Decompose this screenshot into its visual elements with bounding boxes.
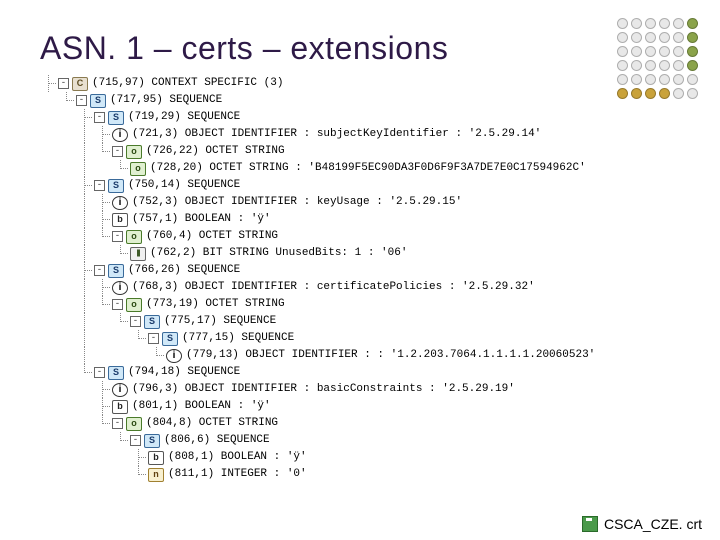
tree-node-label: (777,15) SEQUENCE <box>182 330 294 347</box>
tree-node-label: (801,1) BOOLEAN : 'ÿ' <box>132 398 271 415</box>
tree-row: -S (719,29) SEQUENCE <box>40 109 690 126</box>
tree-node-label: (719,29) SEQUENCE <box>128 109 240 126</box>
oid-icon: i <box>112 383 128 397</box>
tree-node-label: (773,19) OCTET STRING <box>146 296 285 313</box>
tree-toggle[interactable]: - <box>94 367 105 378</box>
bool-icon: b <box>112 400 128 414</box>
oid-icon: i <box>112 128 128 142</box>
oct-icon: o <box>126 298 142 312</box>
seq-icon: S <box>108 179 124 193</box>
tree-toggle[interactable]: - <box>58 78 69 89</box>
tree-row: -S (750,14) SEQUENCE <box>40 177 690 194</box>
tree-toggle[interactable]: - <box>112 418 123 429</box>
tree-row: i (768,3) OBJECT IDENTIFIER : certificate… <box>40 279 690 296</box>
tree-toggle[interactable]: - <box>94 265 105 276</box>
seq-icon: S <box>162 332 178 346</box>
footer: CSCA_CZE. crt <box>582 516 702 532</box>
bit-icon: ||| <box>130 247 146 261</box>
oid-icon: i <box>112 196 128 210</box>
tree-node-label: (728,20) OCTET STRING : 'B48199F5EC90DA3… <box>150 160 586 177</box>
tree-row: i (796,3) OBJECT IDENTIFIER : basicConstr… <box>40 381 690 398</box>
tree-node-label: (766,26) SEQUENCE <box>128 262 240 279</box>
tree-node-label: (796,3) OBJECT IDENTIFIER : basicConstra… <box>132 381 515 398</box>
seq-icon: S <box>144 315 160 329</box>
tree-row: -o (804,8) OCTET STRING <box>40 415 690 432</box>
tree-row: n (811,1) INTEGER : '0' <box>40 466 690 483</box>
tree-node-label: (806,6) SEQUENCE <box>164 432 270 449</box>
tree-node-label: (750,14) SEQUENCE <box>128 177 240 194</box>
tree-row: -o (760,4) OCTET STRING <box>40 228 690 245</box>
tree-node-label: (768,3) OBJECT IDENTIFIER : certificateP… <box>132 279 535 296</box>
tree-node-label: (775,17) SEQUENCE <box>164 313 276 330</box>
asn1-tree: -C(715,97) CONTEXT SPECIFIC (3)-S(717,95… <box>40 75 690 483</box>
tree-toggle[interactable]: - <box>130 435 141 446</box>
oct-icon: o <box>126 145 142 159</box>
seq-icon: S <box>144 434 160 448</box>
tree-row: b (801,1) BOOLEAN : 'ÿ' <box>40 398 690 415</box>
int-icon: n <box>148 468 164 482</box>
tree-row: -o (726,22) OCTET STRING <box>40 143 690 160</box>
tree-node-label: (715,97) CONTEXT SPECIFIC (3) <box>92 75 283 92</box>
corner-dot-grid <box>617 18 698 99</box>
tree-toggle[interactable]: - <box>112 299 123 310</box>
tree-node-label: (811,1) INTEGER : '0' <box>168 466 307 483</box>
ctx-icon: C <box>72 77 88 91</box>
oid-icon: i <box>166 349 182 363</box>
tree-node-label: (794,18) SEQUENCE <box>128 364 240 381</box>
oid-icon: i <box>112 281 128 295</box>
tree-node-label: (757,1) BOOLEAN : 'ÿ' <box>132 211 271 228</box>
tree-toggle[interactable]: - <box>112 146 123 157</box>
tree-row: b (808,1) BOOLEAN : 'ÿ' <box>40 449 690 466</box>
tree-row: i (721,3) OBJECT IDENTIFIER : subjectKeyI… <box>40 126 690 143</box>
oct-icon: o <box>126 417 142 431</box>
tree-row: i (752,3) OBJECT IDENTIFIER : keyUsage : … <box>40 194 690 211</box>
tree-node-label: (752,3) OBJECT IDENTIFIER : keyUsage : '… <box>132 194 462 211</box>
tree-row: -o (773,19) OCTET STRING <box>40 296 690 313</box>
tree-node-label: (717,95) SEQUENCE <box>110 92 222 109</box>
tree-node-label: (760,4) OCTET STRING <box>146 228 278 245</box>
tree-toggle[interactable]: - <box>94 180 105 191</box>
tree-toggle[interactable]: - <box>148 333 159 344</box>
tree-row: i (779,13) OBJECT IDENTIFIER : : '1.2.203… <box>40 347 690 364</box>
tree-node-label: (726,22) OCTET STRING <box>146 143 285 160</box>
tree-node-label: (779,13) OBJECT IDENTIFIER : : '1.2.203.… <box>186 347 595 364</box>
tree-row: -S (794,18) SEQUENCE <box>40 364 690 381</box>
save-icon <box>582 516 598 532</box>
oct-icon: o <box>126 230 142 244</box>
seq-icon: S <box>108 111 124 125</box>
tree-node-label: (762,2) BIT STRING UnusedBits: 1 : '06' <box>150 245 407 262</box>
tree-row: -S (775,17) SEQUENCE <box>40 313 690 330</box>
tree-row: -S (777,15) SEQUENCE <box>40 330 690 347</box>
slide-title: ASN. 1 – certs – extensions <box>40 30 690 67</box>
tree-row: ||| (762,2) BIT STRING UnusedBits: 1 : '0… <box>40 245 690 262</box>
bool-icon: b <box>148 451 164 465</box>
tree-toggle[interactable]: - <box>112 231 123 242</box>
oct-icon: o <box>130 162 146 176</box>
seq-icon: S <box>90 94 106 108</box>
tree-node-label: (808,1) BOOLEAN : 'ÿ' <box>168 449 307 466</box>
tree-row: -S (806,6) SEQUENCE <box>40 432 690 449</box>
tree-toggle[interactable]: - <box>76 95 87 106</box>
tree-row: o (728,20) OCTET STRING : 'B48199F5EC90DA… <box>40 160 690 177</box>
footer-filename: CSCA_CZE. crt <box>604 516 702 532</box>
tree-node-label: (804,8) OCTET STRING <box>146 415 278 432</box>
tree-row: -C (715,97) CONTEXT SPECIFIC (3) <box>40 75 690 92</box>
tree-row: -S (717,95) SEQUENCE <box>40 92 690 109</box>
tree-row: b (757,1) BOOLEAN : 'ÿ' <box>40 211 690 228</box>
tree-toggle[interactable]: - <box>94 112 105 123</box>
tree-node-label: (721,3) OBJECT IDENTIFIER : subjectKeyId… <box>132 126 541 143</box>
seq-icon: S <box>108 366 124 380</box>
tree-row: -S (766,26) SEQUENCE <box>40 262 690 279</box>
bool-icon: b <box>112 213 128 227</box>
tree-toggle[interactable]: - <box>130 316 141 327</box>
seq-icon: S <box>108 264 124 278</box>
